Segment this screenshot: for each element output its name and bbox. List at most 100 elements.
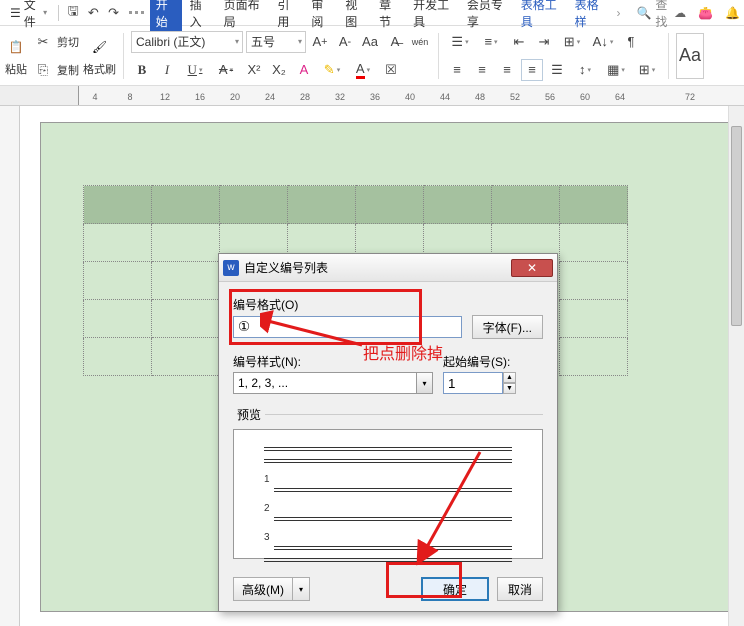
start-spin-up[interactable]: ▲: [503, 372, 516, 383]
superscript-icon[interactable]: X²: [243, 59, 265, 81]
number-format-input[interactable]: [233, 316, 462, 338]
wallet-icon[interactable]: 👛: [698, 6, 713, 20]
preview-num: 2: [264, 503, 270, 514]
styles-icon[interactable]: Aa: [676, 33, 704, 79]
redo-icon[interactable]: ↷: [104, 2, 122, 24]
grow-font-icon[interactable]: A+: [309, 31, 331, 53]
advanced-label: 高级(M): [233, 577, 293, 601]
line-spacing-icon[interactable]: ↕: [571, 59, 599, 81]
format-painter-label[interactable]: 格式刷: [83, 61, 116, 77]
undo-icon[interactable]: ↶: [84, 2, 102, 24]
separator: [438, 33, 439, 79]
bullets-icon[interactable]: ☰: [446, 31, 474, 53]
outdent-icon[interactable]: ⇤: [508, 31, 530, 53]
highlight-icon[interactable]: ✎: [318, 59, 346, 81]
format-painter-icon[interactable]: 🖌: [88, 35, 112, 59]
paste-label[interactable]: 粘贴: [5, 61, 27, 77]
numbering-icon[interactable]: ≡: [477, 31, 505, 53]
clear-format-icon[interactable]: A̶: [384, 31, 406, 53]
cut-label[interactable]: 剪切: [57, 34, 79, 50]
number-style-select[interactable]: 1, 2, 3, ...▾: [233, 372, 433, 394]
font-color-icon[interactable]: A: [349, 59, 377, 81]
font-name-value: Calibri (正文): [136, 33, 205, 50]
paste-group: 📋 粘贴: [4, 28, 28, 83]
cut-icon[interactable]: ✂: [32, 31, 54, 53]
align-left-icon[interactable]: ≡: [446, 59, 468, 81]
vertical-scrollbar[interactable]: [728, 106, 744, 626]
separator: [58, 5, 59, 21]
preview-num: 3: [264, 532, 270, 543]
search-label: 查找: [655, 0, 672, 30]
scrollbar-thumb[interactable]: [731, 126, 742, 326]
distribute-icon[interactable]: ☰: [546, 59, 568, 81]
ruler-mark: 48: [475, 92, 485, 102]
number-style-value: 1, 2, 3, ...: [238, 376, 288, 390]
separator: [123, 33, 124, 79]
custom-number-list-dialog: w 自定义编号列表 ✕ 编号格式(O) 字体(F)... 编号样式(N): 1,…: [218, 253, 558, 612]
subscript-icon[interactable]: X₂: [268, 59, 290, 81]
indent-icon[interactable]: ⇥: [533, 31, 555, 53]
advanced-button[interactable]: 高级(M) ▾: [233, 577, 310, 601]
ruler-mark: 12: [160, 92, 170, 102]
ruler-mark: 4: [92, 92, 97, 102]
underline-button[interactable]: U: [181, 59, 209, 81]
align-center-icon[interactable]: ≡: [471, 59, 493, 81]
ruler-mark: 44: [440, 92, 450, 102]
align-justify-icon[interactable]: ≡: [521, 59, 543, 81]
table-row[interactable]: [84, 186, 628, 224]
tabs-icon[interactable]: ⊞: [558, 31, 586, 53]
borders-icon[interactable]: ⊞: [633, 59, 661, 81]
ruler-mark: 56: [545, 92, 555, 102]
ok-button[interactable]: 确定: [421, 577, 489, 601]
shrink-font-icon[interactable]: A-: [334, 31, 356, 53]
phonetic-icon[interactable]: wén: [409, 31, 431, 53]
style-label: 编号样式(N):: [233, 353, 433, 370]
ruler-mark: 36: [370, 92, 380, 102]
notification-icon[interactable]: 🔔: [725, 6, 740, 20]
ruler-mark: 64: [615, 92, 625, 102]
change-case-icon[interactable]: Aa: [359, 31, 381, 53]
vertical-ruler[interactable]: [0, 106, 20, 626]
font-button[interactable]: 字体(F)...: [472, 315, 543, 339]
ruler-mark: 24: [265, 92, 275, 102]
format-label: 编号格式(O): [233, 296, 543, 313]
copy-label[interactable]: 复制: [57, 62, 79, 78]
ruler-mark: 52: [510, 92, 520, 102]
save-icon[interactable]: 🖫: [64, 2, 82, 24]
ruler-mark: 16: [195, 92, 205, 102]
strike-button[interactable]: A: [212, 59, 240, 81]
font-name-combo[interactable]: Calibri (正文)▾: [131, 31, 243, 53]
tabs-overflow-icon[interactable]: ›: [612, 6, 624, 20]
start-label: 起始编号(S):: [443, 353, 543, 370]
text-effects-icon[interactable]: A: [293, 59, 315, 81]
show-marks-icon[interactable]: ¶: [620, 31, 642, 53]
horizontal-ruler[interactable]: 4 8 12 16 20 24 28 32 36 40 44 48 52 56 …: [0, 86, 744, 106]
cancel-button[interactable]: 取消: [497, 577, 543, 601]
ruler-mark: 40: [405, 92, 415, 102]
separator: [668, 33, 669, 79]
italic-button[interactable]: I: [156, 59, 178, 81]
more-dots[interactable]: [125, 11, 148, 14]
start-number-input[interactable]: [443, 372, 503, 394]
ruler-mark: 32: [335, 92, 345, 102]
ruler-mark: 8: [127, 92, 132, 102]
dialog-app-icon: w: [223, 260, 239, 276]
align-right-icon[interactable]: ≡: [496, 59, 518, 81]
cloud-sync-icon[interactable]: ☁: [674, 6, 686, 20]
bold-button[interactable]: B: [131, 59, 153, 81]
char-border-icon[interactable]: ☒: [380, 59, 402, 81]
search-box[interactable]: 🔍 查找: [636, 0, 672, 30]
ruler-mark: 72: [685, 92, 695, 102]
ruler-mark: 20: [230, 92, 240, 102]
preview-num: 1: [264, 474, 270, 485]
copy-icon[interactable]: ⎘: [32, 59, 54, 81]
start-spin-down[interactable]: ▼: [503, 383, 516, 394]
preview-area: 1 2 3: [233, 429, 543, 559]
preview-label: 预览: [233, 406, 265, 423]
font-size-combo[interactable]: 五号▾: [246, 31, 306, 53]
paste-icon[interactable]: 📋: [4, 35, 28, 59]
shading-icon[interactable]: ▦: [602, 59, 630, 81]
dialog-close-button[interactable]: ✕: [511, 259, 553, 277]
sort-icon[interactable]: A↓: [589, 31, 617, 53]
font-size-value: 五号: [251, 33, 275, 50]
